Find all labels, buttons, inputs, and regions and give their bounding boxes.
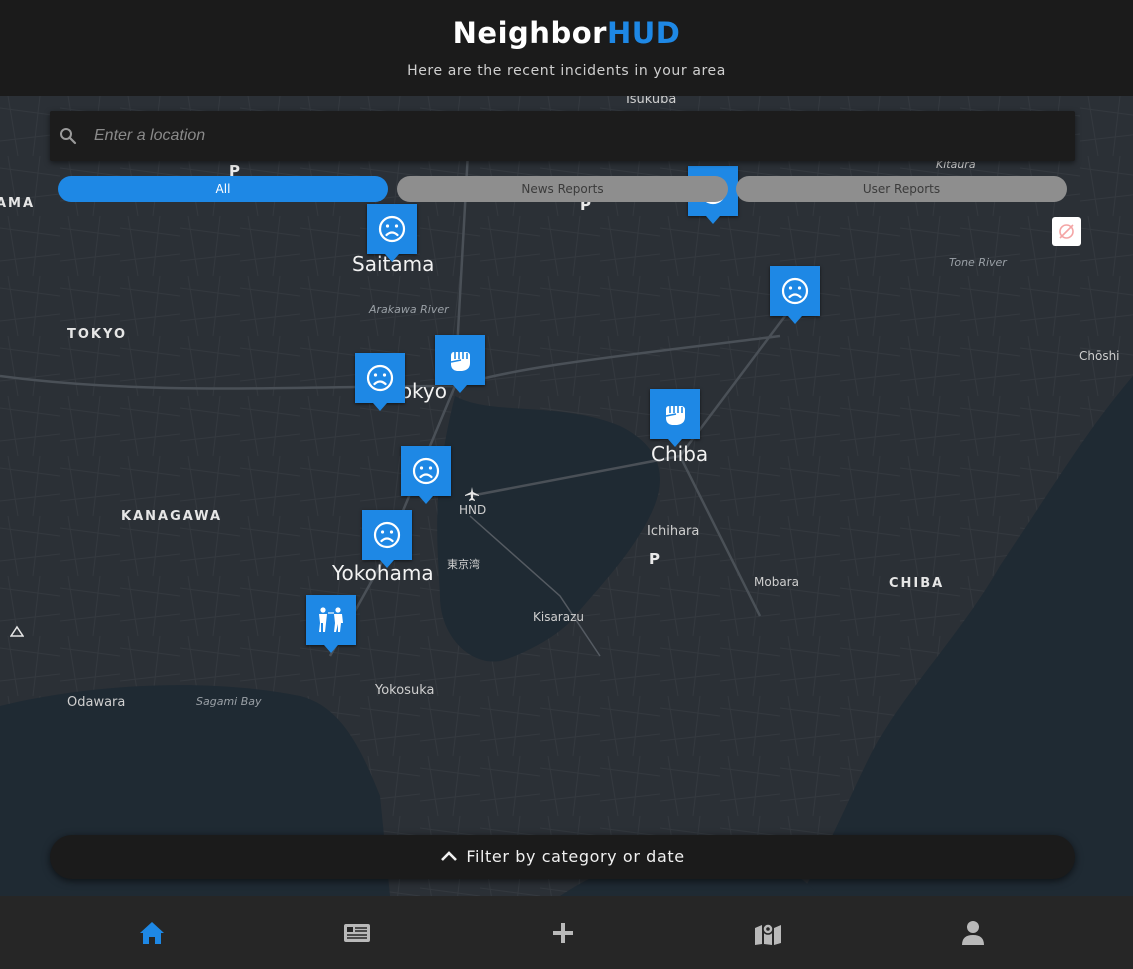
map-label-region-chiba: CHIBA <box>889 576 945 591</box>
app-logo: NeighborHUD <box>0 16 1133 50</box>
map-label-tone-river: Tone River <box>949 256 1007 269</box>
brand-part-hud: HUD <box>606 16 681 50</box>
page-subtitle: Here are the recent incidents in your ar… <box>407 63 726 79</box>
plus-icon <box>553 922 573 943</box>
search-icon <box>60 128 77 145</box>
map-label-mobara: Mobara <box>754 575 799 589</box>
map-label-hnd: HND <box>459 503 487 517</box>
incident-marker[interactable] <box>306 595 356 653</box>
nav-add-report[interactable] <box>450 896 676 969</box>
nav-news[interactable] <box>244 896 470 969</box>
map-label-yokosuka: Yokosuka <box>375 683 435 698</box>
incident-marker[interactable] <box>650 389 700 447</box>
map-label-tokyo-bay: 東京湾 <box>447 558 480 571</box>
incident-marker[interactable] <box>355 353 405 411</box>
profile-icon <box>962 920 984 945</box>
map-label-tsukuba: Tsukuba <box>624 96 677 107</box>
compass-icon <box>1059 224 1074 239</box>
people-icon <box>319 607 343 632</box>
bottom-navigation <box>0 896 1133 969</box>
nav-profile[interactable] <box>860 896 1086 969</box>
fist-icon <box>450 352 470 371</box>
map-label-ichihara: Ichihara <box>647 524 700 539</box>
incident-map[interactable]: Tsukuba Kitaura AMA P P Tone River Saita… <box>0 96 1133 896</box>
sad-face-icon <box>378 215 406 243</box>
fist-icon <box>665 406 685 425</box>
home-icon <box>140 921 164 944</box>
sad-face-icon <box>366 364 394 392</box>
incident-marker[interactable] <box>362 510 412 568</box>
map-label-arakawa-river: Arakawa River <box>369 303 449 316</box>
map-label-region-tokyo: TOKYO <box>67 327 127 342</box>
tab-news-reports[interactable]: News Reports <box>397 176 728 202</box>
sad-face-icon <box>781 277 809 305</box>
app-header: NeighborHUD Here are the recent incident… <box>0 0 1133 96</box>
tab-all[interactable]: All <box>58 176 388 202</box>
brand-part-neighbor: Neighbor <box>452 16 607 50</box>
mountain-icon <box>10 625 24 637</box>
location-search-bar <box>50 111 1075 161</box>
filter-toggle-bar[interactable]: Filter by category or date <box>50 835 1075 879</box>
map-label-choshi: Chōshi <box>1079 349 1120 363</box>
map-base-layer <box>0 96 1133 896</box>
incident-marker[interactable] <box>401 446 451 504</box>
airport-icon <box>465 487 479 501</box>
nav-home[interactable] <box>39 896 265 969</box>
map-label-odawara: Odawara <box>67 695 126 710</box>
sad-face-icon <box>412 457 440 485</box>
map-icon <box>755 922 781 945</box>
map-label-region-ama: AMA <box>0 196 36 211</box>
compass-reset-button[interactable] <box>1052 217 1081 246</box>
sad-face-icon <box>373 521 401 549</box>
filter-label: Filter by category or date <box>466 847 685 866</box>
map-label-sagami-bay: Sagami Bay <box>196 695 262 708</box>
incident-marker[interactable] <box>367 204 417 262</box>
map-label-region-kanagawa: KANAGAWA <box>121 509 223 524</box>
chevron-up-icon <box>441 851 458 861</box>
tab-user-reports[interactable]: User Reports <box>736 176 1067 202</box>
incident-marker[interactable] <box>435 335 485 393</box>
news-icon <box>344 923 370 942</box>
location-search-input[interactable] <box>94 111 1054 161</box>
map-label-parking: P <box>649 550 660 568</box>
incident-marker[interactable] <box>770 266 820 324</box>
map-label-kisarazu: Kisarazu <box>533 610 584 624</box>
nav-map[interactable] <box>655 896 881 969</box>
